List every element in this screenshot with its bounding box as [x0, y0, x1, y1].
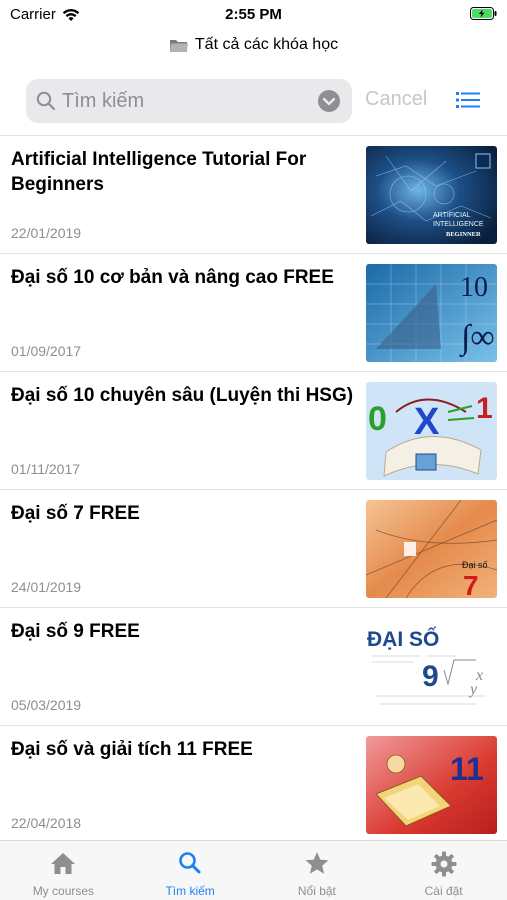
course-thumbnail[interactable]: 11	[366, 736, 497, 834]
course-title: Artificial Intelligence Tutorial For Beg…	[11, 149, 307, 195]
folder-icon	[169, 39, 188, 52]
course-title: Đại số 9 FREE	[11, 621, 140, 642]
course-list: Artificial Intelligence Tutorial For Beg…	[0, 135, 507, 844]
course-row[interactable]: Đại số 10 chuyên sâu (Luyện thi HSG) 01/…	[0, 372, 507, 490]
tab-label: My courses	[32, 884, 95, 898]
thumb-text: 1	[476, 392, 493, 425]
thumb-text: INTELLIGENCE	[433, 221, 484, 228]
thumb-text: 10	[460, 272, 488, 303]
tab-settings[interactable]: Cài đặt	[380, 841, 507, 900]
course-row[interactable]: Đại số 9 FREE 05/03/2019 ĐẠI SỐ 9 x y	[0, 608, 507, 726]
course-date: 05/03/2019	[11, 697, 82, 713]
course-date: 22/04/2018	[11, 815, 82, 831]
thumb-text: Đại số	[462, 560, 488, 570]
course-title: Đại số và giải tích 11 FREE	[11, 739, 253, 760]
course-row[interactable]: Artificial Intelligence Tutorial For Beg…	[0, 136, 507, 254]
course-row[interactable]: Đại số 10 cơ bản và nâng cao FREE 01/09/…	[0, 254, 507, 372]
course-row[interactable]: Đại số và giải tích 11 FREE 22/04/2018 1…	[0, 726, 507, 844]
tab-label: Cài đặt	[424, 884, 463, 898]
course-date: 24/01/2019	[11, 579, 82, 595]
course-thumbnail[interactable]: 10 ∫∞	[366, 264, 497, 362]
course-thumbnail[interactable]: Đại số 7	[366, 500, 497, 598]
status-bar: Carrier 2:55 PM	[0, 0, 507, 28]
search-icon	[179, 852, 201, 874]
tab-featured[interactable]: Nổi bật	[254, 841, 381, 900]
search-input[interactable]	[62, 89, 302, 113]
course-thumbnail[interactable]: ARTIFICIAL INTELLIGENCE BEGINNER	[366, 146, 497, 244]
svg-text:∫∞: ∫∞	[459, 319, 495, 358]
chevron-down-icon[interactable]	[318, 90, 340, 112]
thumb-text: 7	[463, 570, 479, 598]
course-date: 01/11/2017	[11, 461, 81, 477]
star-icon	[305, 852, 329, 874]
course-title: Đại số 10 chuyên sâu (Luyện thi HSG)	[11, 385, 354, 406]
page-title: Tất cả các khóa học	[194, 36, 339, 53]
course-title: Đại số 7 FREE	[11, 503, 140, 524]
thumb-text: 0	[368, 400, 387, 438]
course-thumbnail[interactable]: 0 X 1	[366, 382, 497, 480]
cancel-button[interactable]: Cancel	[365, 88, 427, 111]
nav-title: Tất cả các khóa học	[0, 36, 507, 54]
list-view-icon[interactable]	[456, 92, 480, 108]
svg-text:y: y	[468, 681, 478, 698]
thumb-text: ARTIFICIAL	[433, 212, 471, 219]
gear-icon	[431, 851, 457, 877]
search-bar[interactable]	[26, 79, 352, 123]
tab-search[interactable]: Tìm kiếm	[127, 841, 254, 900]
thumb-text: BEGINNER	[446, 231, 481, 238]
thumb-text: 11	[450, 751, 484, 787]
tab-label: Tìm kiếm	[165, 884, 215, 898]
tab-bar: My courses Tìm kiếm Nổi bật Cài đặt	[0, 840, 507, 900]
course-row[interactable]: Đại số 7 FREE 24/01/2019 Đại số 7	[0, 490, 507, 608]
course-thumbnail[interactable]: ĐẠI SỐ 9 x y	[366, 618, 497, 716]
course-date: 22/01/2019	[11, 225, 82, 241]
course-title: Đại số 10 cơ bản và nâng cao FREE	[11, 267, 334, 288]
thumb-text: 9	[422, 660, 439, 693]
home-icon	[51, 853, 76, 874]
course-date: 01/09/2017	[11, 343, 82, 359]
thumb-text: ĐẠI SỐ	[367, 627, 439, 651]
thumb-text: X	[414, 401, 440, 443]
battery-icon	[470, 7, 497, 25]
tab-my-courses[interactable]: My courses	[0, 841, 127, 900]
tab-label: Nổi bật	[297, 884, 336, 898]
search-icon	[36, 91, 56, 111]
search-row: Cancel	[0, 79, 507, 123]
clock: 2:55 PM	[225, 6, 282, 23]
